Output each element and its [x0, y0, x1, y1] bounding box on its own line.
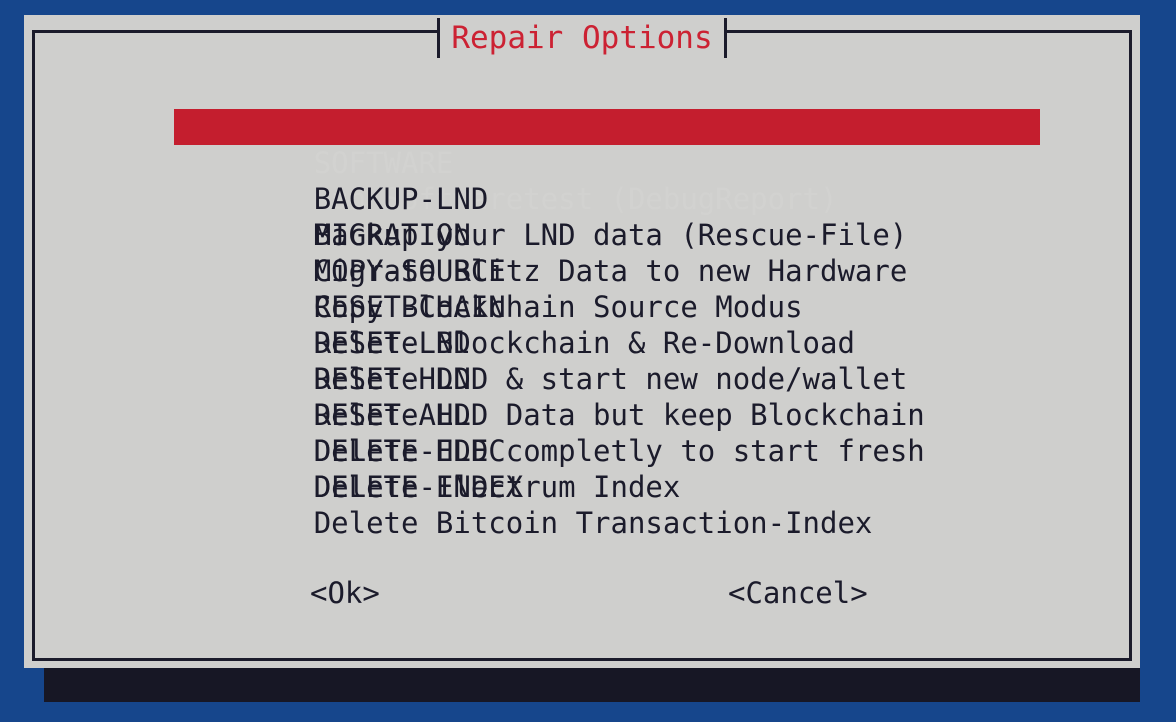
menu-item-tag: MIGRATION [313, 218, 524, 252]
menu-item-description: Delete Bitcoin Transaction-Index [313, 506, 873, 540]
menu-item-tag: BACKUP-LND [313, 182, 524, 216]
repair-options-dialog: Repair Options SOFTWARE Run Softwaretest… [24, 15, 1140, 668]
cancel-button[interactable]: <Cancel> [728, 573, 868, 613]
menu-item-tag: DELETE-ELEC [313, 434, 524, 468]
menu-item-tag: DELETE-INDEX [313, 470, 524, 504]
menu-item-tag: RESET-CHAIN [313, 290, 524, 324]
terminal-screen: Repair Options SOFTWARE Run Softwaretest… [0, 0, 1176, 722]
menu-item-tag: COPY-SOURCE [313, 254, 524, 288]
menu-item-tag: RESET-LND [313, 326, 524, 360]
menu-item-tag: SOFTWARE [313, 146, 524, 180]
dialog-button-row: <Ok> <Cancel> [24, 573, 1140, 613]
menu-item-tag: RESET-ALL [313, 398, 524, 432]
repair-options-menu[interactable]: SOFTWARE Run Softwaretest (DebugReport) … [174, 109, 1074, 540]
menu-item-tag: RESET-HDD [313, 362, 524, 396]
ok-button[interactable]: <Ok> [310, 573, 380, 613]
menu-item-software[interactable]: SOFTWARE Run Softwaretest (DebugReport) [174, 109, 1040, 216]
